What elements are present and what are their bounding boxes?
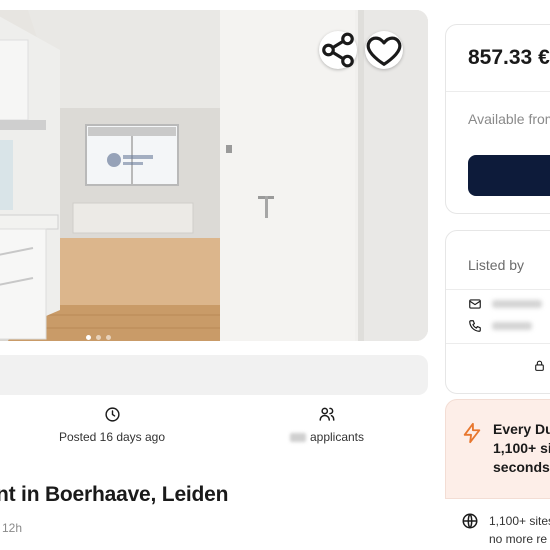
feature-line-2: no more re [489,532,548,546]
listing-subtitle: 12h [2,521,23,535]
feature-line-1: 1,100+ sites [489,514,550,528]
price-card: 857.33 € Available from [445,24,550,214]
promo-line-1: Every Du [493,421,550,437]
carousel-dot[interactable] [106,335,111,340]
lightning-icon [463,422,481,444]
heart-icon [366,36,402,66]
carousel-dot[interactable] [86,335,91,340]
promo-card: Every Du 1,100+ si seconds. [445,399,550,499]
price: 857.33 € [468,46,550,69]
promo-line-3: seconds. [493,459,550,475]
listed-by-card: Listed by [445,230,550,394]
clock-icon [104,406,120,422]
available-from: Available from [468,111,550,127]
posted-stat: Posted 16 days ago [52,404,172,444]
share-button[interactable] [319,31,357,69]
info-bar [0,355,428,395]
email-row[interactable] [468,297,542,311]
phone-redacted [492,322,532,330]
favorite-button[interactable] [365,31,403,69]
divider [446,289,550,290]
promo-text: Every Du 1,100+ si seconds. [493,420,550,477]
email-redacted [492,300,542,308]
lock-icon [535,360,544,371]
carousel-dots [86,335,111,340]
phone-row[interactable] [468,319,532,333]
listed-by-label: Listed by [468,257,525,273]
mail-icon [469,299,481,309]
applicants-text: applicants [309,430,365,444]
phone-icon [469,320,481,332]
feature-text: 1,100+ sites no more re [489,512,550,548]
apply-button[interactable] [468,155,550,196]
applicants-count-redacted [289,433,306,443]
divider [446,343,550,344]
globe-icon [462,513,478,529]
listing-title: nt in Boerhaave, Leiden [0,483,229,506]
users-icon [319,407,335,421]
listing-photo[interactable] [0,10,428,341]
carousel-dot[interactable] [96,335,101,340]
applicants-stat: applicants [272,404,382,444]
posted-text: Posted 16 days ago [58,430,166,444]
share-icon [322,32,354,68]
divider [446,91,550,92]
promo-line-2: 1,100+ si [493,440,550,456]
apartment-photo-image [0,10,428,341]
